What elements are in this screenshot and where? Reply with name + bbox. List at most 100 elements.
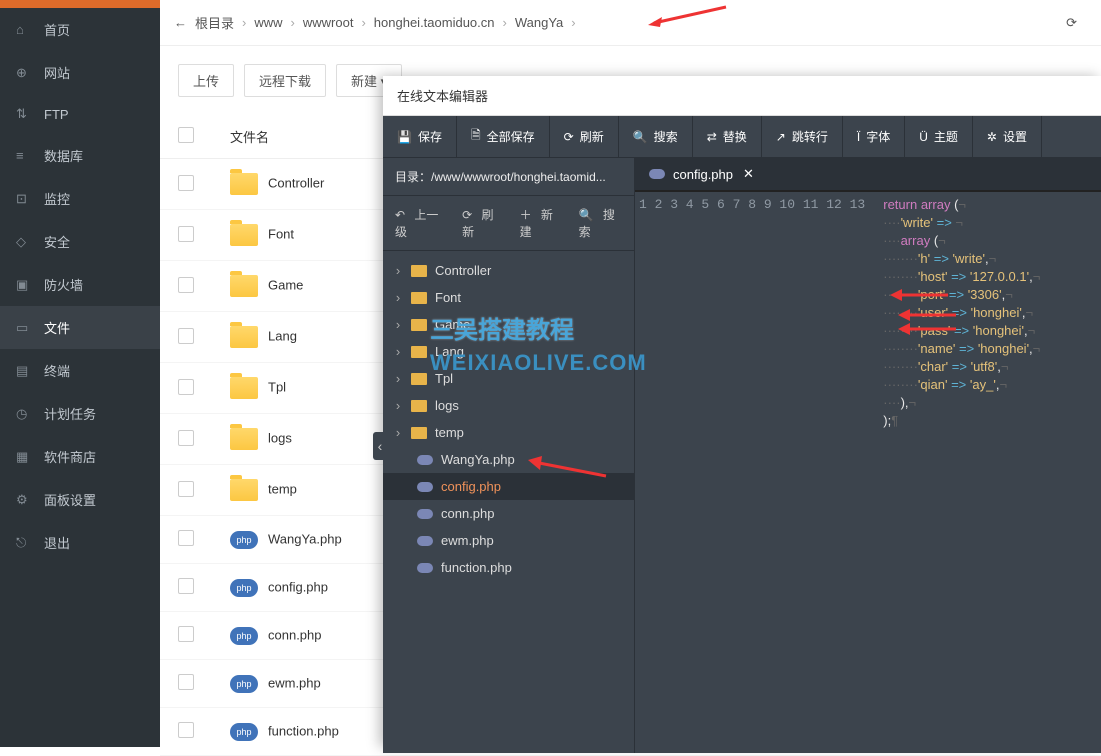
tree-up-button[interactable]: ↶ 上一级: [389, 204, 450, 242]
text-editor-window: 在线文本编辑器 💾保存 🗎全部保存 ⟳刷新 🔍搜索 ⇄替换 ↗跳转行 Ϊ字体 Ü…: [383, 76, 1101, 747]
tree-item[interactable]: ›logs: [383, 392, 634, 419]
sidebar-item-database[interactable]: ≡数据库: [0, 134, 160, 177]
sidebar-item-terminal[interactable]: ▤终端: [0, 349, 160, 392]
tree-item[interactable]: ›Lang: [383, 338, 634, 365]
sidebar-item-ftp[interactable]: ⇅ FTP: [0, 94, 160, 134]
chevron-icon: ›: [393, 263, 403, 278]
sidebar-item-cron[interactable]: ◷计划任务: [0, 392, 160, 435]
crumb-item[interactable]: WangYa: [515, 15, 563, 30]
row-checkbox[interactable]: [178, 226, 194, 242]
sidebar-item-label: 网站: [44, 63, 70, 82]
upload-button[interactable]: 上传: [178, 64, 234, 97]
row-checkbox[interactable]: [178, 722, 194, 738]
wall-icon: ▣: [16, 277, 32, 293]
logout-icon: ⎋: [16, 535, 32, 551]
tree-refresh-button[interactable]: ⟳ 刷新: [456, 204, 507, 242]
sidebar-item-label: 软件商店: [44, 447, 96, 466]
editor-tab[interactable]: config.php ✕: [635, 158, 1101, 191]
folder-icon: [411, 292, 427, 304]
code-area[interactable]: 1 2 3 4 5 6 7 8 9 10 11 12 13 return arr…: [635, 191, 1101, 753]
jump-icon: ↗: [776, 130, 786, 144]
tree-search-button[interactable]: 🔍 搜索: [573, 204, 628, 242]
tree-item[interactable]: WangYa.php: [383, 446, 634, 473]
php-icon: php: [230, 675, 258, 693]
schedule-icon: ◷: [16, 406, 32, 422]
sidebar-item-label: 退出: [44, 533, 70, 552]
store-icon: ▦: [16, 449, 32, 465]
refresh-button[interactable]: ⟳刷新: [550, 116, 619, 157]
row-checkbox[interactable]: [178, 430, 194, 446]
theme-button[interactable]: Ü主题: [905, 116, 973, 157]
sidebar-item-home[interactable]: ⌂首页: [0, 8, 160, 51]
font-button[interactable]: Ϊ字体: [843, 116, 905, 157]
folder-icon: [230, 428, 258, 450]
collapse-handle[interactable]: ‹: [373, 432, 387, 460]
row-checkbox[interactable]: [178, 578, 194, 594]
sidebar-item-label: 文件: [44, 318, 70, 337]
tree-item-label: Game: [435, 317, 470, 332]
sidebar-item-site[interactable]: ⊕网站: [0, 51, 160, 94]
ftp-icon: ⇅: [16, 106, 32, 122]
sidebar-item-monitor[interactable]: ⊡监控: [0, 177, 160, 220]
crumb-item[interactable]: www: [254, 15, 282, 30]
chevron-icon: ›: [393, 290, 403, 305]
chevron-icon: ›: [393, 344, 403, 359]
row-checkbox[interactable]: [178, 530, 194, 546]
folder-icon: [411, 373, 427, 385]
tree-item-label: WangYa.php: [441, 452, 515, 467]
sidebar-item-label: FTP: [44, 107, 69, 122]
tree-item[interactable]: ›temp: [383, 419, 634, 446]
tree-item[interactable]: conn.php: [383, 500, 634, 527]
save-all-button[interactable]: 🗎全部保存: [457, 116, 550, 157]
tree-item[interactable]: ›Tpl: [383, 365, 634, 392]
folder-icon: [411, 265, 427, 277]
folder-icon: [230, 275, 258, 297]
tree-item-label: function.php: [441, 560, 512, 575]
replace-button[interactable]: ⇄替换: [693, 116, 762, 157]
sidebar-item-files[interactable]: ▭文件: [0, 306, 160, 349]
folder-icon: [411, 319, 427, 331]
row-checkbox[interactable]: [178, 277, 194, 293]
row-checkbox[interactable]: [178, 481, 194, 497]
crumb-item[interactable]: honghei.taomiduo.cn: [374, 15, 495, 30]
row-checkbox[interactable]: [178, 328, 194, 344]
crumb-root[interactable]: 根目录: [195, 13, 234, 32]
sidebar-item-settings[interactable]: ⚙面板设置: [0, 478, 160, 521]
crumb-item[interactable]: wwwroot: [303, 15, 354, 30]
settings-button[interactable]: ✲设置: [973, 116, 1042, 157]
tree-item-label: Font: [435, 290, 461, 305]
sidebar-item-security[interactable]: ◇安全: [0, 220, 160, 263]
tree-item[interactable]: › Font: [383, 284, 634, 311]
back-icon[interactable]: ←: [174, 15, 187, 30]
tree-item-label: config.php: [441, 479, 501, 494]
editor-toolbar: 💾保存 🗎全部保存 ⟳刷新 🔍搜索 ⇄替换 ↗跳转行 Ϊ字体 Ü主题 ✲设置: [383, 116, 1101, 158]
row-checkbox[interactable]: [178, 379, 194, 395]
tree-item[interactable]: config.php: [383, 473, 634, 500]
folder-icon: [411, 400, 427, 412]
search-button[interactable]: 🔍搜索: [619, 116, 693, 157]
code-content[interactable]: return array (¬ ····'write' => ¬ ····arr…: [875, 192, 1101, 753]
refresh-icon[interactable]: ⟳: [1056, 11, 1087, 35]
tree-new-button[interactable]: ＋ 新建: [514, 204, 567, 242]
theme-icon: Ü: [919, 130, 928, 144]
sidebar: ⌂首页 ⊕网站 ⇅ FTP ≡数据库 ⊡监控 ◇安全 ▣防火墙 ▭文件 ▤终端 ◷…: [0, 0, 160, 747]
row-checkbox[interactable]: [178, 626, 194, 642]
close-tab-icon[interactable]: ✕: [743, 166, 754, 182]
save-button[interactable]: 💾保存: [383, 116, 457, 157]
tree-item[interactable]: ewm.php: [383, 527, 634, 554]
select-all-checkbox[interactable]: [178, 127, 194, 143]
php-icon: [417, 563, 433, 573]
tree-item[interactable]: ›Controller: [383, 257, 634, 284]
jump-button[interactable]: ↗跳转行: [762, 116, 843, 157]
tree-item[interactable]: function.php: [383, 554, 634, 581]
sidebar-item-logout[interactable]: ⎋ 退出: [0, 521, 160, 564]
folder-icon: [230, 479, 258, 501]
row-checkbox[interactable]: [178, 674, 194, 690]
php-icon: [417, 509, 433, 519]
row-checkbox[interactable]: [178, 175, 194, 191]
search-icon: 🔍: [633, 130, 648, 144]
remote-download-button[interactable]: 远程下载: [244, 64, 326, 97]
sidebar-item-store[interactable]: ▦ 软件商店: [0, 435, 160, 478]
sidebar-item-firewall[interactable]: ▣防火墙: [0, 263, 160, 306]
tree-item[interactable]: ›Game: [383, 311, 634, 338]
